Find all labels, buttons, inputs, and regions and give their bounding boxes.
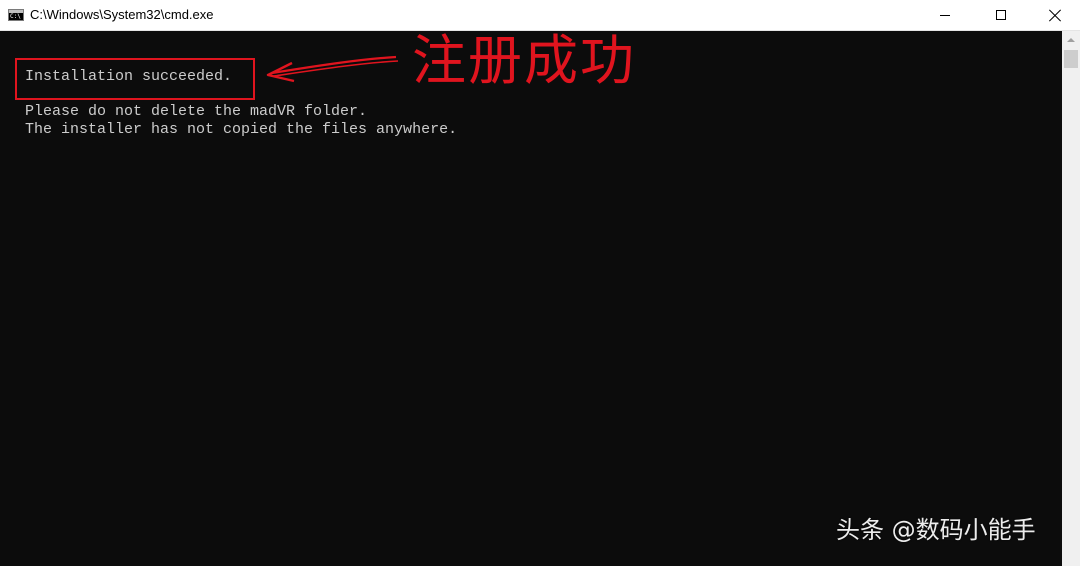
maximize-button[interactable] xyxy=(976,0,1026,30)
minimize-icon xyxy=(940,15,950,16)
annotation-label: 注册成功 xyxy=(412,29,636,92)
cmd-icon[interactable]: C:\ xyxy=(8,9,24,21)
annotation-arrow-icon xyxy=(266,55,399,83)
maximize-icon xyxy=(996,10,1006,20)
window-title: C:\Windows\System32\cmd.exe xyxy=(30,7,214,22)
scroll-up-arrow-icon[interactable] xyxy=(1062,31,1080,48)
annotation-highlight-box xyxy=(15,58,255,100)
minimize-button[interactable] xyxy=(920,0,970,30)
scroll-thumb[interactable] xyxy=(1064,50,1078,68)
console-line-warning: Please do not delete the madVR folder. xyxy=(25,103,368,120)
vertical-scrollbar[interactable] xyxy=(1062,31,1080,566)
cmd-icon-prompt: C:\ xyxy=(10,13,21,20)
close-icon xyxy=(1049,9,1061,21)
cmd-window: C:\ C:\Windows\System32\cmd.exe Installa… xyxy=(0,0,1080,566)
close-button[interactable] xyxy=(1030,0,1080,30)
console-line-info: The installer has not copied the files a… xyxy=(25,121,458,138)
watermark-text: 头条 @数码小能手 xyxy=(836,516,1036,544)
title-bar[interactable]: C:\ C:\Windows\System32\cmd.exe xyxy=(0,0,1080,31)
console-output[interactable]: Installation succeeded. Please do not de… xyxy=(0,31,1062,566)
